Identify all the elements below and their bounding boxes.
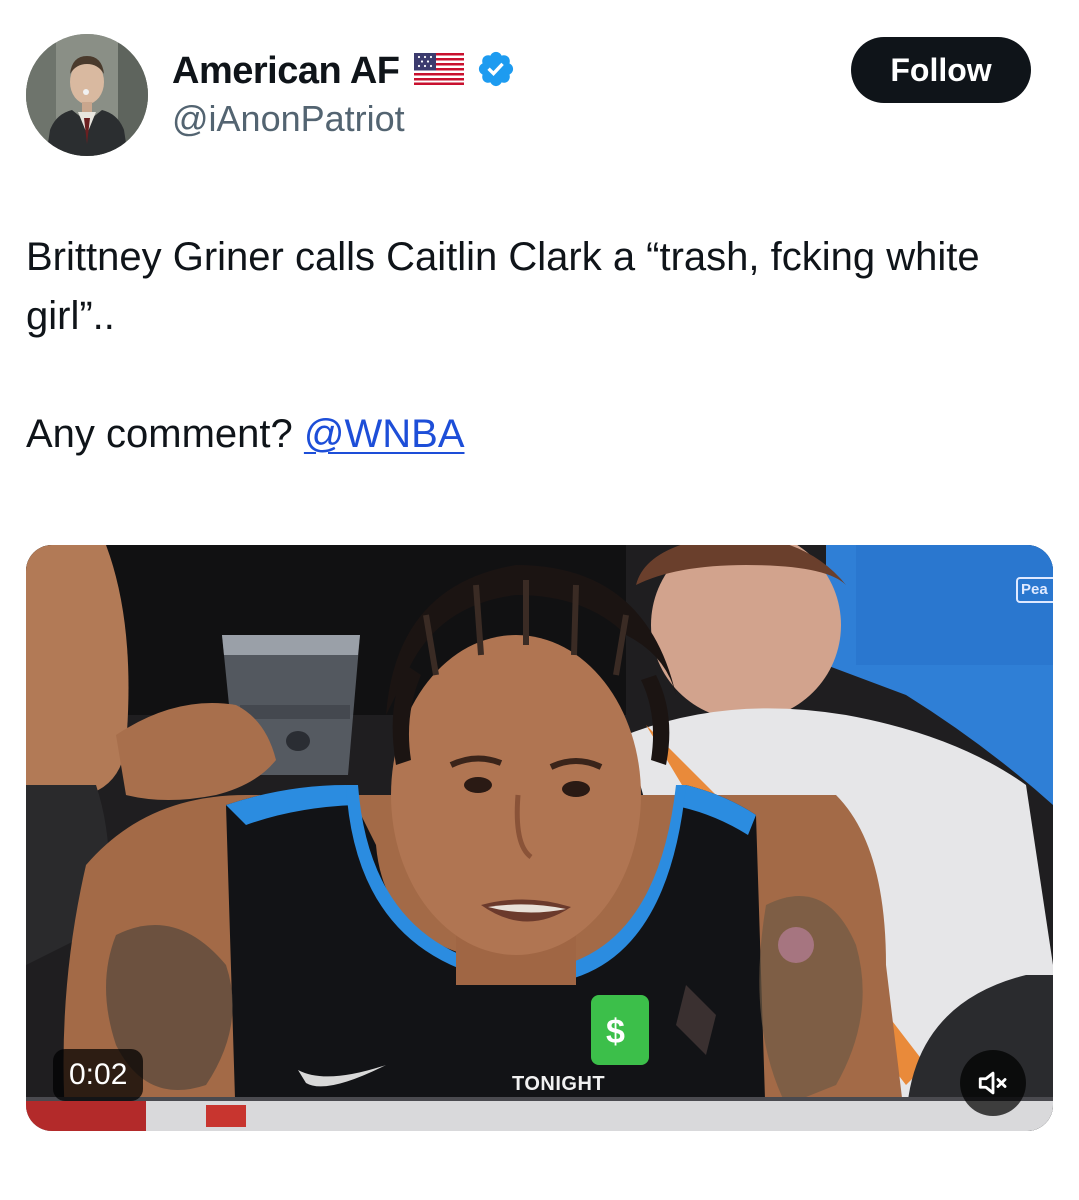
arena-logo: Pea — [1016, 577, 1053, 603]
us-flag-icon — [413, 52, 464, 90]
verified-badge-icon[interactable] — [476, 49, 516, 94]
tweet-text-line-1: Brittney Griner calls Caitlin Clark a “t… — [26, 235, 980, 338]
author-name-row: American AF — [172, 46, 516, 96]
mute-toggle-button[interactable] — [960, 1050, 1026, 1116]
video-frame: $ — [26, 545, 1053, 1131]
svg-text:$: $ — [606, 1013, 625, 1051]
avatar[interactable] — [26, 34, 148, 156]
follow-button[interactable]: Follow — [851, 37, 1031, 103]
mention-link-wnba[interactable]: @WNBA — [304, 412, 465, 456]
speaker-muted-icon — [976, 1066, 1010, 1100]
tweet-text: Brittney Griner calls Caitlin Clark a “t… — [26, 228, 1056, 464]
video-timestamp: 0:02 — [53, 1049, 144, 1101]
video-player[interactable]: $ Pea TONIGHT 0:02 — [26, 545, 1053, 1131]
author-display-name[interactable]: American AF — [172, 50, 400, 93]
tweet-text-line-2: Any comment? @WNBA — [26, 405, 1056, 464]
tweet-text-prefix: Any comment? — [26, 412, 304, 456]
author-handle[interactable]: @iAnonPatriot — [172, 98, 405, 140]
broadcast-overlay-text: TONIGHT — [512, 1073, 606, 1095]
